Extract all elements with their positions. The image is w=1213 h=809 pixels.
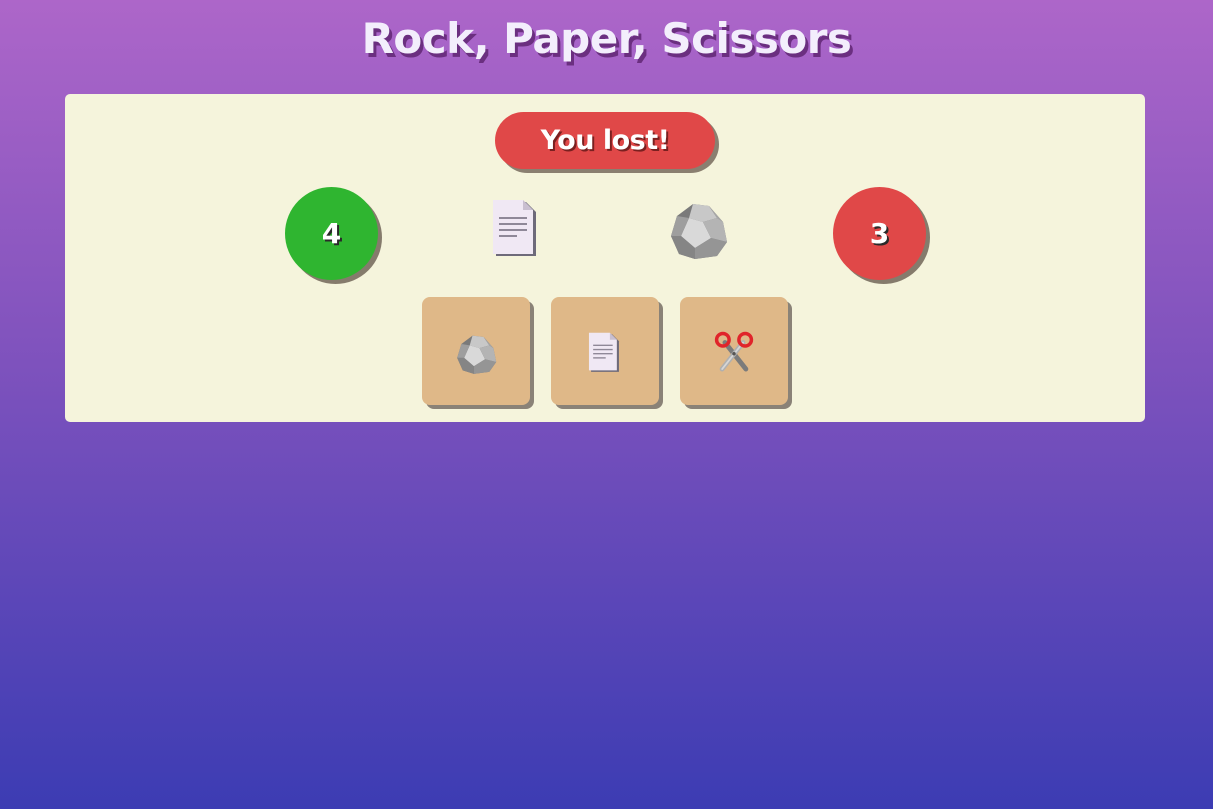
result-banner: You lost!	[495, 112, 715, 169]
rock-button[interactable]	[422, 297, 530, 405]
paper-icon	[588, 332, 619, 372]
scissors-icon	[714, 331, 754, 372]
paper-button[interactable]	[551, 297, 659, 405]
player-choice-paper-icon	[483, 196, 549, 262]
cpu-score: 3	[833, 187, 926, 280]
game-title: Rock, Paper, Scissors	[361, 14, 852, 63]
rock-icon	[457, 335, 497, 374]
cpu-choice-rock-icon	[665, 196, 731, 262]
player-score: 4	[285, 187, 378, 280]
scissors-button[interactable]	[680, 297, 788, 405]
game-panel: You lost! 4 3	[65, 94, 1145, 422]
